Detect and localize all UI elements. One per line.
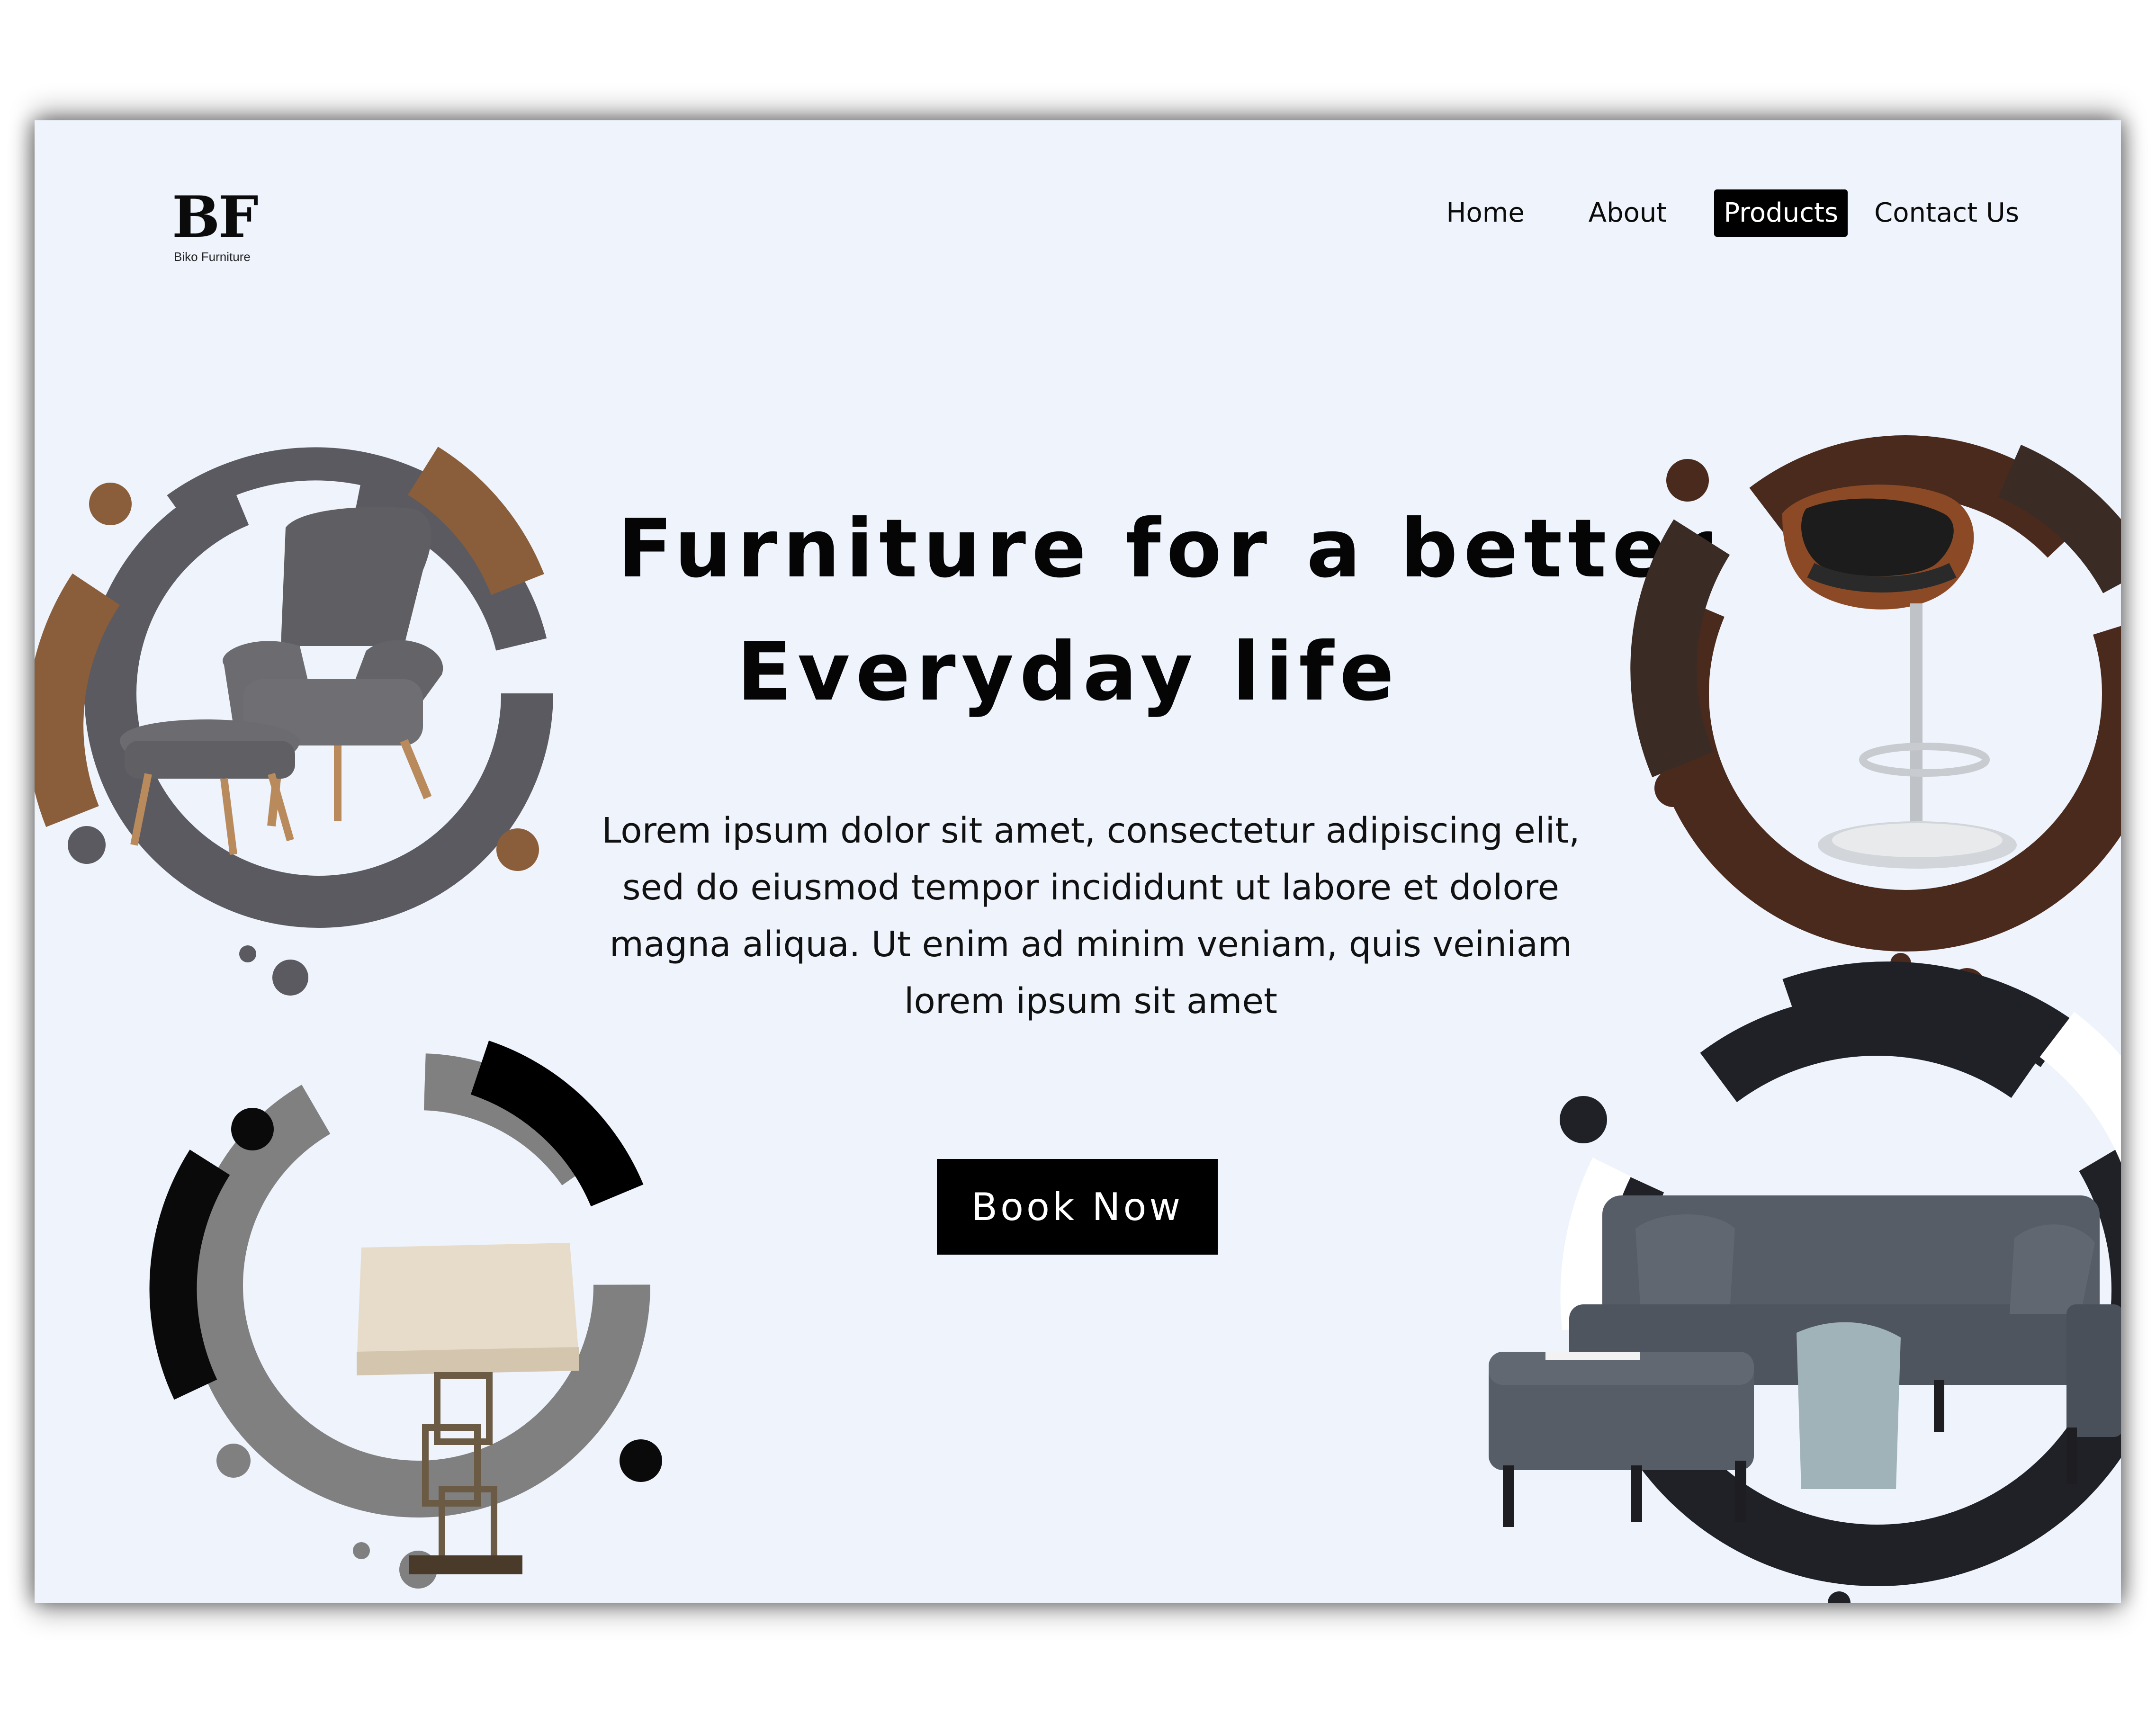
nav-products[interactable]: Products <box>1714 189 1848 237</box>
logo-mark: BF <box>172 184 259 251</box>
logo-subtitle: Biko Furniture <box>174 250 251 264</box>
nav-home[interactable]: Home <box>1437 189 1534 237</box>
table-lamp-image <box>149 1041 662 1589</box>
landing-page: BF Biko Furniture Home About Products Co… <box>35 120 2121 1603</box>
brand-logo[interactable]: BF Biko Furniture <box>172 184 259 264</box>
main-nav: Home About Products Contact Us <box>1392 189 2029 237</box>
armchair-with-ottoman-image <box>35 447 553 996</box>
nav-about[interactable]: About <box>1579 189 1677 237</box>
nav-contact-us[interactable]: Contact Us <box>1865 189 2029 237</box>
hero-description: Lorem ipsum dolor sit amet, consectetur … <box>602 810 1580 1022</box>
bar-stool-image <box>1630 435 2121 1006</box>
sectional-sofa-image <box>1489 961 2121 1603</box>
bar-stool-shape <box>1782 485 2017 869</box>
book-now-button[interactable]: Book Now <box>937 1159 1218 1255</box>
